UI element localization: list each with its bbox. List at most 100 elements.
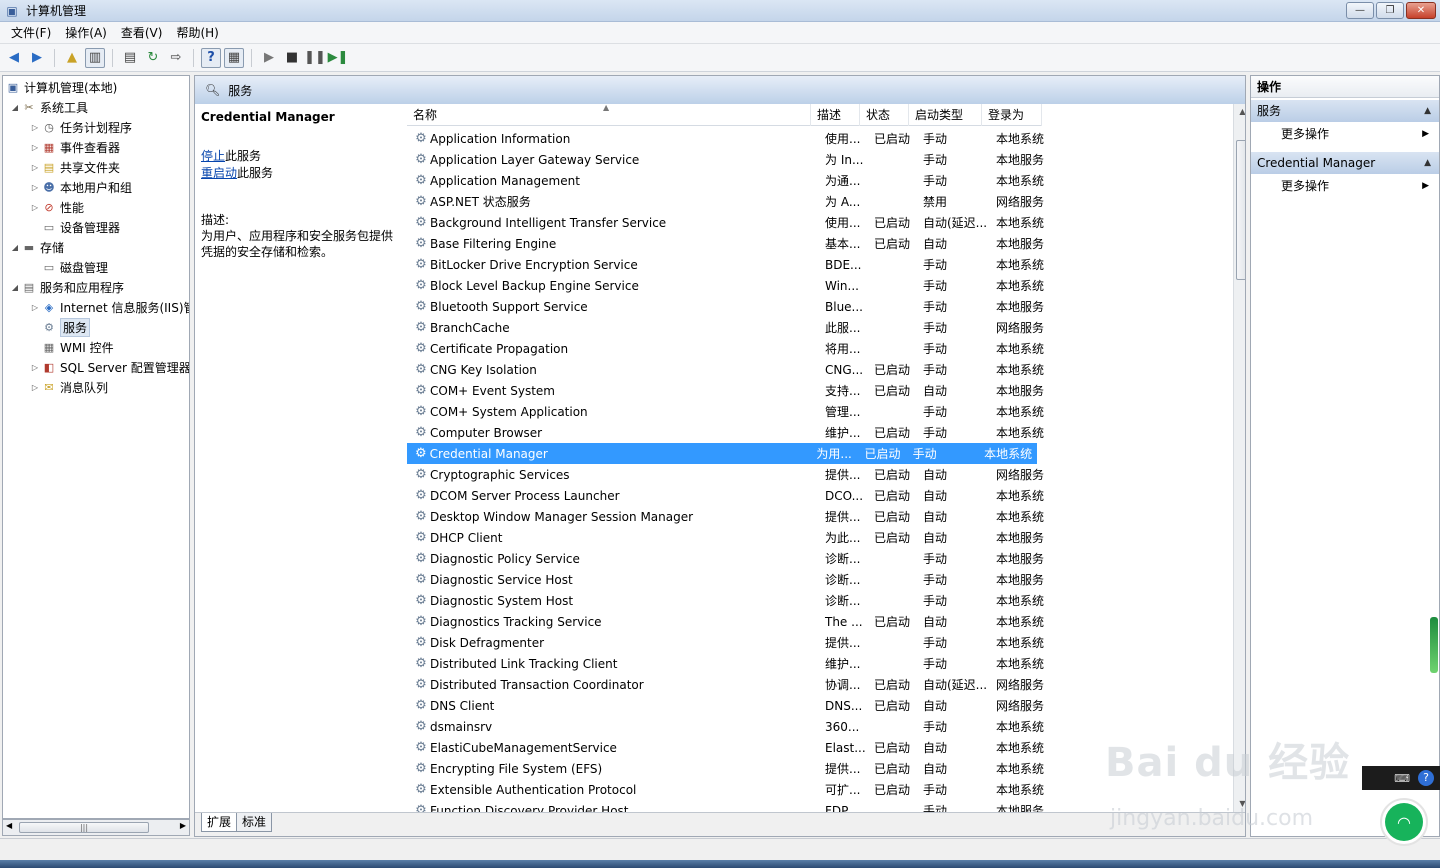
- column-header-logon-as[interactable]: 登录为: [982, 104, 1042, 126]
- forward-arrow-icon[interactable]: ▶: [27, 48, 47, 68]
- scroll-left-icon[interactable]: ◀: [6, 821, 12, 830]
- menu-view[interactable]: 查看(V): [114, 24, 170, 41]
- wifi-widget[interactable]: ◠: [1380, 798, 1428, 846]
- table-row[interactable]: ⚙ BranchCache 此服... 手动 网络服务: [407, 317, 1050, 338]
- collapsed-triangle-icon[interactable]: ▷: [29, 163, 41, 172]
- collapsed-triangle-icon[interactable]: ▷: [29, 143, 41, 152]
- tree-item-sql-server[interactable]: ▷ ◧ SQL Server 配置管理器: [29, 357, 189, 377]
- table-row[interactable]: ⚙ BitLocker Drive Encryption Service BDE..…: [407, 254, 1050, 275]
- table-row[interactable]: ⚙ Distributed Link Tracking Client 维护... 手动…: [407, 653, 1050, 674]
- table-row[interactable]: ⚙ DHCP Client 为此... 已启动 自动 本地服务: [407, 527, 1050, 548]
- back-arrow-icon[interactable]: ◀: [4, 48, 24, 68]
- expanded-triangle-icon[interactable]: ◢: [9, 243, 21, 252]
- export-list-icon[interactable]: ⇨: [166, 48, 186, 68]
- column-header-status[interactable]: 状态: [860, 104, 909, 126]
- restore-button[interactable]: ❐: [1376, 2, 1404, 19]
- minimize-button[interactable]: —: [1346, 2, 1374, 19]
- column-header-name[interactable]: 名称 ▲: [407, 104, 811, 126]
- scroll-up-icon[interactable]: ▲: [1234, 104, 1245, 120]
- expanded-triangle-icon[interactable]: ◢: [9, 283, 21, 292]
- table-row[interactable]: ⚙ Diagnostics Tracking Service The ... 已启动自…: [407, 611, 1050, 632]
- tree-item-performance[interactable]: ▷ ⊘ 性能: [29, 197, 84, 217]
- collapsed-triangle-icon[interactable]: ▷: [29, 363, 41, 372]
- table-row[interactable]: ⚙ dsmainsrv 360... 手动 本地系统: [407, 716, 1050, 737]
- actions-section-services[interactable]: 服务 ▲: [1251, 100, 1439, 122]
- collapsed-triangle-icon[interactable]: ▷: [29, 383, 41, 392]
- column-header-description[interactable]: 描述: [811, 104, 860, 126]
- collapsed-triangle-icon[interactable]: ▷: [29, 203, 41, 212]
- list-vertical-scrollbar[interactable]: ▲ ▼: [1233, 104, 1245, 812]
- pause-service-icon[interactable]: ❚❚: [304, 48, 326, 68]
- tree-item-disk-management[interactable]: ▭ 磁盘管理: [29, 257, 108, 277]
- start-service-icon[interactable]: ▶: [259, 48, 279, 68]
- tree-horizontal-scrollbar[interactable]: ◀ ||| ▶: [2, 819, 190, 836]
- tab-standard[interactable]: 标准: [236, 813, 273, 832]
- table-row[interactable]: ⚙ Background Intelligent Transfer Service…: [407, 212, 1050, 233]
- tree-item-message-queue[interactable]: ▷ ✉ 消息队列: [29, 377, 108, 397]
- tab-extended[interactable]: 扩展: [201, 813, 238, 832]
- table-row[interactable]: ⚙ Distributed Transaction Coordinator 协调..…: [407, 674, 1050, 695]
- tree-item-storage[interactable]: ◢ ▬ 存储: [9, 237, 64, 257]
- table-row[interactable]: ⚙ ASP.NET 状态服务 为 A... 禁用 网络服务: [407, 191, 1050, 212]
- collapsed-triangle-icon[interactable]: ▷: [29, 183, 41, 192]
- table-row[interactable]: ⚙ Application Management 为通... 手动 本地系统: [407, 170, 1050, 191]
- keyboard-icon[interactable]: ⌨: [1394, 772, 1410, 785]
- table-row[interactable]: ⚙ Application Information 使用... 已启动 手动 本地系统: [407, 128, 1050, 149]
- up-folder-icon[interactable]: ▲: [62, 48, 82, 68]
- collapse-up-icon[interactable]: ▲: [1424, 100, 1431, 122]
- menu-action[interactable]: 操作(A): [58, 24, 114, 41]
- expanded-triangle-icon[interactable]: ◢: [9, 103, 21, 112]
- table-row[interactable]: ⚙ Diagnostic Service Host 诊断... 手动 本地服务: [407, 569, 1050, 590]
- actions-section-credential-manager[interactable]: Credential Manager ▲: [1251, 152, 1439, 174]
- tree-item-event-viewer[interactable]: ▷ ▦ 事件查看器: [29, 137, 120, 157]
- tree-item-services-apps[interactable]: ◢ ▤ 服务和应用程序: [9, 277, 124, 297]
- table-row[interactable]: ⚙ Block Level Backup Engine Service Win...…: [407, 275, 1050, 296]
- scroll-thumb[interactable]: |||: [19, 822, 149, 833]
- refresh-icon[interactable]: ↻: [143, 48, 163, 68]
- table-row[interactable]: ⚙ Application Layer Gateway Service 为 In..…: [407, 149, 1050, 170]
- close-button[interactable]: ✕: [1406, 2, 1436, 19]
- help-circle-icon[interactable]: ?: [1418, 770, 1434, 786]
- tree-item-services[interactable]: ⚙ 服务: [29, 317, 91, 337]
- table-row[interactable]: ⚙ COM+ System Application 管理... 手动 本地系统: [407, 401, 1050, 422]
- help-icon[interactable]: ?: [201, 47, 221, 68]
- tree-item-shared-folders[interactable]: ▷ ▤ 共享文件夹: [29, 157, 120, 177]
- tree-item-iis[interactable]: ▷ ◈ Internet 信息服务(IIS)管: [29, 297, 189, 317]
- collapse-up-icon[interactable]: ▲: [1424, 152, 1431, 174]
- properties-icon[interactable]: ▤: [120, 48, 140, 68]
- tree-item-wmi[interactable]: ▦ WMI 控件: [29, 337, 114, 357]
- table-row[interactable]: ⚙ Certificate Propagation 将用... 手动 本地系统: [407, 338, 1050, 359]
- more-actions-credential-manager[interactable]: 更多操作 ▶: [1251, 174, 1439, 198]
- table-row[interactable]: ⚙ CNG Key Isolation CNG... 已启动 手动 本地系统: [407, 359, 1050, 380]
- column-header-startup-type[interactable]: 启动类型: [909, 104, 982, 126]
- table-row[interactable]: ⚙ Function Discovery Provider Host FDP... 手…: [407, 800, 1050, 812]
- table-row[interactable]: ⚙ Diagnostic Policy Service 诊断... 手动 本地服务: [407, 548, 1050, 569]
- tree-item-local-users[interactable]: ▷ ☻ 本地用户和组: [29, 177, 132, 197]
- restart-service-icon[interactable]: ▶❚: [328, 48, 349, 68]
- collapsed-triangle-icon[interactable]: ▷: [29, 123, 41, 132]
- scroll-thumb[interactable]: [1236, 140, 1245, 280]
- table-row[interactable]: ⚙ COM+ Event System 支持... 已启动 自动 本地服务: [407, 380, 1050, 401]
- table-row[interactable]: ⚙ Desktop Window Manager Session Manager 提…: [407, 506, 1050, 527]
- table-row[interactable]: ⚙ DNS Client DNS... 已启动 自动 网络服务: [407, 695, 1050, 716]
- more-actions-services[interactable]: 更多操作 ▶: [1251, 122, 1439, 146]
- stop-service-icon[interactable]: ■: [282, 48, 302, 68]
- table-row[interactable]: ⚙ Encrypting File System (EFS) 提供... 已启动 自动 本…: [407, 758, 1050, 779]
- table-row[interactable]: ⚙ Computer Browser 维护... 已启动 手动 本地系统: [407, 422, 1050, 443]
- menu-file[interactable]: 文件(F): [4, 24, 58, 41]
- stop-service-link[interactable]: 停止: [201, 149, 225, 163]
- tree-item-system-tools[interactable]: ◢ ✂ 系统工具: [9, 97, 88, 117]
- table-row[interactable]: ⚙ Bluetooth Support Service Blue... 手动 本地服务: [407, 296, 1050, 317]
- scroll-right-icon[interactable]: ▶: [180, 821, 186, 830]
- table-row[interactable]: ⚙ Diagnostic System Host 诊断... 手动 本地系统: [407, 590, 1050, 611]
- tree-item-task-scheduler[interactable]: ▷ ◷ 任务计划程序: [29, 117, 132, 137]
- menu-help[interactable]: 帮助(H): [169, 24, 225, 41]
- tree-root[interactable]: ▣ 计算机管理(本地): [5, 77, 118, 97]
- table-row[interactable]: ⚙ Extensible Authentication Protocol 可扩...…: [407, 779, 1050, 800]
- collapsed-triangle-icon[interactable]: ▷: [29, 303, 41, 312]
- table-row[interactable]: ⚙ DCOM Server Process Launcher DCO... 已启动 自动…: [407, 485, 1050, 506]
- table-row[interactable]: ⚙ Cryptographic Services 提供... 已启动 自动 网络服务: [407, 464, 1050, 485]
- show-action-pane-icon[interactable]: ▦: [224, 47, 244, 68]
- table-row[interactable]: ⚙ Base Filtering Engine 基本... 已启动 自动 本地服务: [407, 233, 1050, 254]
- show-hide-tree-icon[interactable]: ▥: [85, 47, 105, 68]
